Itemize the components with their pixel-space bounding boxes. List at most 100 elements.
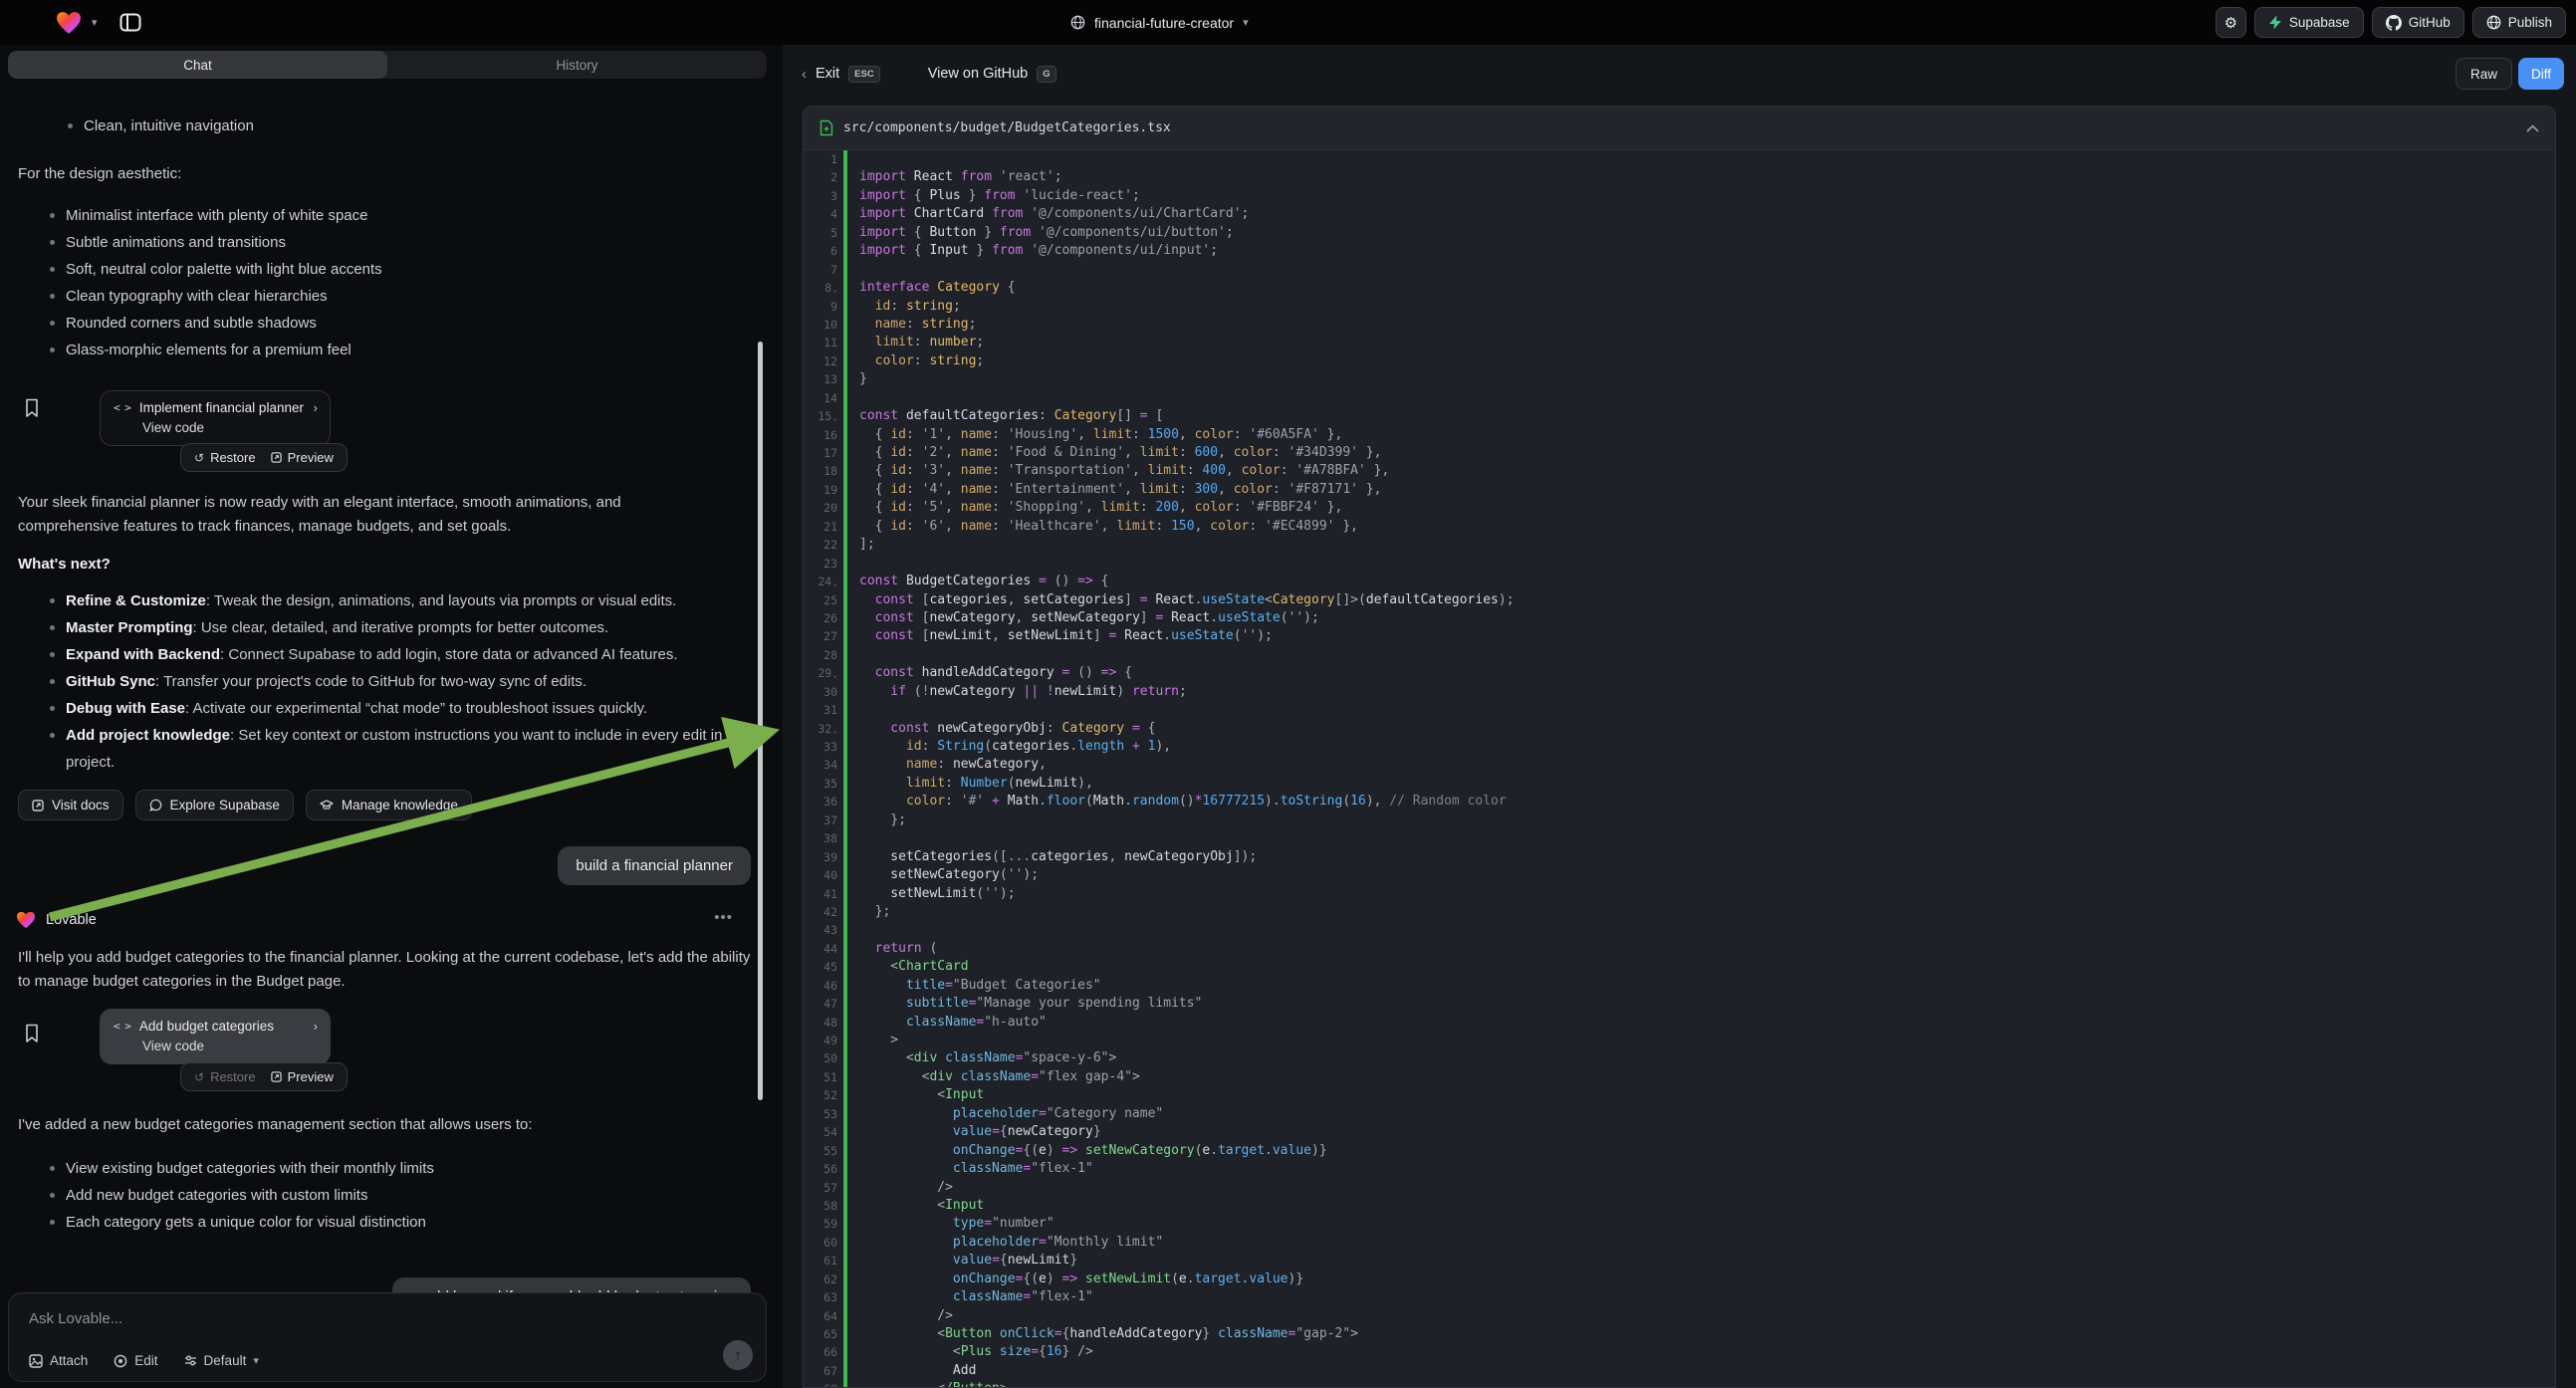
restore-label: Restore xyxy=(210,450,256,465)
code-line: 43 xyxy=(804,921,2555,939)
code-icon: < > xyxy=(114,401,130,414)
tab-chat[interactable]: Chat xyxy=(8,51,387,79)
edit-button[interactable]: Edit xyxy=(114,1353,157,1368)
list-item: Rounded corners and subtle shadows xyxy=(42,310,739,337)
supabase-button[interactable]: Supabase xyxy=(2254,7,2364,38)
settings-button[interactable]: ⚙ xyxy=(2216,7,2246,38)
code-line: 11 limit: number; xyxy=(804,334,2555,351)
view-on-github-button[interactable]: View on GitHub G xyxy=(928,66,1056,83)
code-line: 21 { id: '6', name: 'Healthcare', limit:… xyxy=(804,518,2555,536)
code-line: 23 xyxy=(804,555,2555,573)
manage-knowledge-button[interactable]: Manage knowledge xyxy=(306,790,472,820)
version-card-add-budget-categories[interactable]: < > Add budget categories › View code xyxy=(100,1009,331,1064)
external-link-icon xyxy=(271,452,282,463)
g-kbd-badge: G xyxy=(1037,66,1055,83)
code-toolbar: ‹ Exit ESC View on GitHub G Raw Diff xyxy=(783,45,2576,103)
message-more-menu-icon[interactable]: ••• xyxy=(714,909,733,926)
code-line: 55 onChange={(e) => setNewCategory(e.tar… xyxy=(804,1142,2555,1160)
model-selector[interactable]: Default ▾ xyxy=(184,1353,259,1368)
restore-button[interactable]: ↺ Restore xyxy=(194,450,256,465)
project-chevron-down-icon: ▾ xyxy=(1243,16,1249,29)
logo-chevron-down-icon[interactable]: ▾ xyxy=(92,16,98,29)
raw-toggle-button[interactable]: Raw xyxy=(2456,58,2512,90)
sidebar-toggle-icon[interactable] xyxy=(119,13,141,32)
visit-docs-button[interactable]: Visit docs xyxy=(18,790,123,820)
restore-button[interactable]: ↺ Restore xyxy=(194,1069,256,1084)
view-code-link[interactable]: View code xyxy=(101,1036,330,1063)
publish-globe-icon xyxy=(2486,15,2501,30)
code-view-panel: ‹ Exit ESC View on GitHub G Raw Diff xyxy=(783,45,2576,1388)
code-editor[interactable]: 12import React from 'react';3import { Pl… xyxy=(804,150,2555,1388)
publish-label: Publish xyxy=(2508,15,2552,30)
code-line: 34 name: newCategory, xyxy=(804,756,2555,774)
attach-button[interactable]: Attach xyxy=(29,1353,88,1368)
code-line: 18 { id: '3', name: 'Transportation', li… xyxy=(804,462,2555,480)
code-line: 66 <Plus size={16} /> xyxy=(804,1343,2555,1361)
code-line: 38 xyxy=(804,829,2555,847)
chat-bubble-icon xyxy=(149,799,162,811)
design-heading: For the design aesthetic: xyxy=(18,162,181,186)
code-line: 44 return ( xyxy=(804,940,2555,958)
chevron-down-icon: ▾ xyxy=(253,1354,259,1367)
chat-scrollbar[interactable] xyxy=(758,342,763,1100)
code-line: 4import ChartCard from '@/components/ui/… xyxy=(804,205,2555,223)
version-card-title: Implement financial planner xyxy=(139,400,314,415)
code-line: 46 title="Budget Categories" xyxy=(804,977,2555,995)
chevron-right-icon: › xyxy=(314,1019,318,1034)
whats-next-item: Expand with Backend: Connect Supabase to… xyxy=(42,641,759,668)
bookmark-icon[interactable] xyxy=(24,1024,40,1043)
list-item: Clean typography with clear hierarchies xyxy=(42,283,739,310)
exit-button[interactable]: ‹ Exit ESC xyxy=(802,66,880,83)
code-line: 3import { Plus } from 'lucide-react'; xyxy=(804,187,2555,205)
code-line: 9 id: string; xyxy=(804,298,2555,316)
publish-button[interactable]: Publish xyxy=(2472,7,2566,38)
project-switcher[interactable]: financial-future-creator ▾ xyxy=(1070,0,1249,45)
tab-history[interactable]: History xyxy=(387,51,767,79)
diff-toggle-button[interactable]: Diff xyxy=(2518,58,2564,90)
code-line: 62 onChange={(e) => setNewLimit(e.target… xyxy=(804,1271,2555,1288)
code-line: 51 <div className="flex gap-4"> xyxy=(804,1068,2555,1086)
collapse-chevron-up-icon[interactable] xyxy=(2526,124,2539,132)
edit-label: Edit xyxy=(134,1353,157,1368)
globe-icon xyxy=(1070,15,1085,30)
code-line: 40 setNewCategory(''); xyxy=(804,866,2555,884)
whats-next-item: Debug with Ease: Activate our experiment… xyxy=(42,695,759,722)
view-code-link[interactable]: View code xyxy=(101,417,330,445)
bookmark-icon[interactable] xyxy=(24,398,40,418)
code-line: 53 placeholder="Category name" xyxy=(804,1105,2555,1123)
code-line: 1 xyxy=(804,150,2555,168)
code-line: 24⌄const BudgetCategories = () => { xyxy=(804,573,2555,590)
code-file-header[interactable]: src/components/budget/BudgetCategories.t… xyxy=(804,107,2555,150)
preview-button[interactable]: Preview xyxy=(271,450,334,465)
explore-supabase-button[interactable]: Explore Supabase xyxy=(135,790,294,820)
restore-label: Restore xyxy=(210,1069,256,1084)
chat-input-box[interactable]: Ask Lovable... Attach Edit xyxy=(8,1292,767,1382)
view-on-github-label: View on GitHub xyxy=(928,66,1028,82)
design-bullet-list: Minimalist interface with plenty of whit… xyxy=(42,202,739,363)
lovable-logo-heart-icon[interactable] xyxy=(56,11,82,35)
whats-next-item: Master Prompting: Use clear, detailed, a… xyxy=(42,614,759,641)
code-line: 52 <Input xyxy=(804,1086,2555,1104)
assistant-paragraph: Your sleek financial planner is now read… xyxy=(18,491,680,539)
code-line: 19 { id: '4', name: 'Entertainment', lim… xyxy=(804,481,2555,499)
code-line: 8⌄interface Category { xyxy=(804,279,2555,297)
chat-input-placeholder: Ask Lovable... xyxy=(29,1310,122,1327)
preview-button[interactable]: Preview xyxy=(271,1069,334,1084)
restore-icon: ↺ xyxy=(194,1070,204,1084)
version-card-implement-financial-planner[interactable]: < > Implement financial planner › View c… xyxy=(100,390,331,446)
code-line: 28 xyxy=(804,646,2555,664)
supabase-label: Supabase xyxy=(2289,15,2350,30)
list-item: View existing budget categories with the… xyxy=(42,1155,739,1182)
send-button[interactable]: ↑ xyxy=(723,1340,753,1370)
code-line: 17 { id: '2', name: 'Food & Dining', lim… xyxy=(804,444,2555,462)
user-message: build a financial planner xyxy=(558,846,751,885)
code-line: 2import React from 'react'; xyxy=(804,168,2555,186)
github-button[interactable]: GitHub xyxy=(2372,7,2464,38)
esc-kbd-badge: ESC xyxy=(848,66,880,83)
code-line: 50 <div className="space-y-6"> xyxy=(804,1049,2555,1067)
code-line: 58 <Input xyxy=(804,1197,2555,1215)
code-line: 67 Add xyxy=(804,1362,2555,1380)
version-card-title: Add budget categories xyxy=(139,1019,314,1034)
gear-icon: ⚙ xyxy=(2225,14,2237,32)
code-line: 22]; xyxy=(804,536,2555,554)
